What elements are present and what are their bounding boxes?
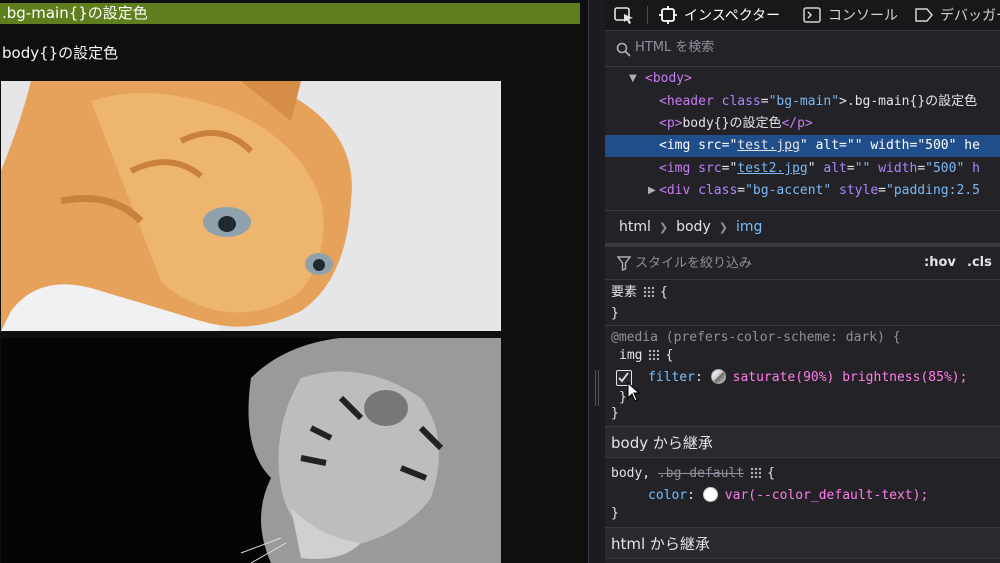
tab-inspector-label: インスペクター [684, 8, 781, 24]
style-filter-input[interactable] [635, 256, 885, 271]
node-body[interactable]: ▼ <body> [605, 68, 1000, 90]
img2-src-link[interactable]: test2.jpg [737, 161, 807, 176]
body-rule-header: body, .bg-default{ [611, 466, 775, 481]
chevron-right-icon: ❯ [658, 220, 669, 234]
cls-button[interactable]: .cls [967, 255, 992, 270]
devtools-panel: インスペクター コンソール デバッガー ▼ <body> <header cla… [605, 0, 1000, 563]
white-tiger-image [1, 338, 501, 563]
tab-console[interactable]: コンソール [803, 0, 898, 30]
node-p[interactable]: <p>body{}の設定色</p> [605, 113, 1000, 135]
img-src-link[interactable]: test.jpg [737, 138, 800, 153]
grid-icon[interactable] [648, 349, 660, 360]
breadcrumb-img[interactable]: img [736, 219, 762, 235]
filter-icon [617, 256, 631, 271]
chevron-right-icon: ❯ [718, 220, 728, 234]
tab-debugger[interactable]: デバッガー [915, 0, 1000, 30]
node-header[interactable]: <header class="bg-main">.bg-main{}の設定色 [605, 91, 1000, 113]
bg-main-header: .bg-main{}の設定色 [0, 3, 580, 24]
kitten-image [1, 81, 501, 331]
tab-console-label: コンソール [828, 8, 898, 24]
element-rule-header: 要素{ [611, 285, 668, 300]
body-paragraph: body{}の設定色 [2, 44, 119, 62]
page-viewport: .bg-main{}の設定色 body{}の設定色 [0, 0, 588, 563]
img-rule-header: img{ [619, 348, 674, 363]
filter-swatch-icon[interactable] [710, 369, 726, 384]
filter-declaration[interactable]: filter: saturate(90%) brightness(85%); [605, 367, 1000, 388]
debugger-icon [915, 8, 933, 22]
inherited-from-body-header: body から継承 [605, 426, 1000, 458]
markup-view: ▼ <body> <header class="bg-main">.bg-mai… [605, 67, 1000, 207]
html-search-input[interactable] [635, 40, 965, 55]
node-div-accent[interactable]: ▶ <div class="bg-accent" style="padding:… [605, 180, 1000, 202]
tab-inspector[interactable]: インスペクター [659, 0, 780, 30]
console-icon [803, 7, 821, 23]
picker-icon [614, 7, 633, 24]
rules-view: 要素{ } @media (prefers-color-scheme: dark… [605, 281, 1000, 563]
node-img-2[interactable]: <img src="test2.jpg" alt="" width="500" … [605, 158, 1000, 180]
breadcrumb-body[interactable]: body [676, 219, 711, 235]
grid-icon[interactable] [750, 467, 762, 478]
panel-splitter[interactable] [588, 0, 605, 563]
html-search-bar [605, 31, 1000, 67]
inherited-from-html-header: html から継承 [605, 527, 1000, 559]
devtools-toolbar: インスペクター コンソール デバッガー [605, 0, 1000, 31]
tab-debugger-label: デバッガー [940, 8, 1000, 24]
node-img-selected[interactable]: <img src="test.jpg" alt="" width="500" h… [605, 135, 1000, 157]
breadcrumb-html[interactable]: html [619, 219, 651, 235]
grid-icon[interactable] [643, 286, 655, 297]
search-icon [616, 42, 631, 57]
inspector-icon [659, 6, 677, 24]
element-picker-button[interactable] [613, 0, 642, 30]
breadcrumb: html ❯ body ❯ img [605, 210, 1000, 243]
color-swatch-icon[interactable] [702, 487, 718, 502]
rules-toolbar: :hov .cls [605, 247, 1000, 280]
expanded-twisty-icon[interactable]: ▼ [629, 68, 637, 90]
collapsed-twisty-icon[interactable]: ▶ [648, 180, 656, 202]
hov-button[interactable]: :hov [924, 255, 956, 270]
